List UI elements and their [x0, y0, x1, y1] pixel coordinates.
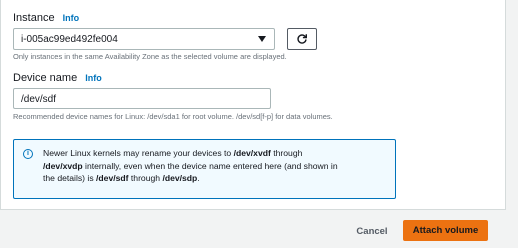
- instance-label-row: Instance Info: [13, 12, 79, 24]
- caret-down-icon: [258, 36, 266, 42]
- instance-select-value: i-005ac99ed492fe004: [21, 34, 118, 45]
- info-alert: i Newer Linux kernels may rename your de…: [13, 139, 396, 199]
- refresh-icon: [297, 34, 307, 44]
- device-info-link[interactable]: Info: [85, 73, 102, 83]
- instance-label: Instance: [13, 12, 55, 24]
- device-name-input[interactable]: /dev/sdf: [13, 88, 271, 109]
- attach-volume-button[interactable]: Attach volume: [403, 220, 488, 241]
- cancel-button[interactable]: Cancel: [344, 221, 400, 241]
- device-hint: Recommended device names for Linux: /dev…: [13, 112, 333, 121]
- device-name-label: Device name: [13, 72, 78, 84]
- device-label-row: Device name Info: [13, 72, 102, 84]
- instance-hint: Only instances in the same Availability …: [13, 52, 287, 61]
- refresh-instances-button[interactable]: [287, 28, 317, 50]
- attach-volume-form-card: Instance Info i-005ac99ed492fe004 Only i…: [0, 0, 506, 210]
- instance-info-link[interactable]: Info: [63, 13, 80, 23]
- info-circle-icon: i: [23, 149, 33, 159]
- instance-select[interactable]: i-005ac99ed492fe004: [13, 28, 275, 50]
- info-alert-text: Newer Linux kernels may rename your devi…: [43, 148, 338, 183]
